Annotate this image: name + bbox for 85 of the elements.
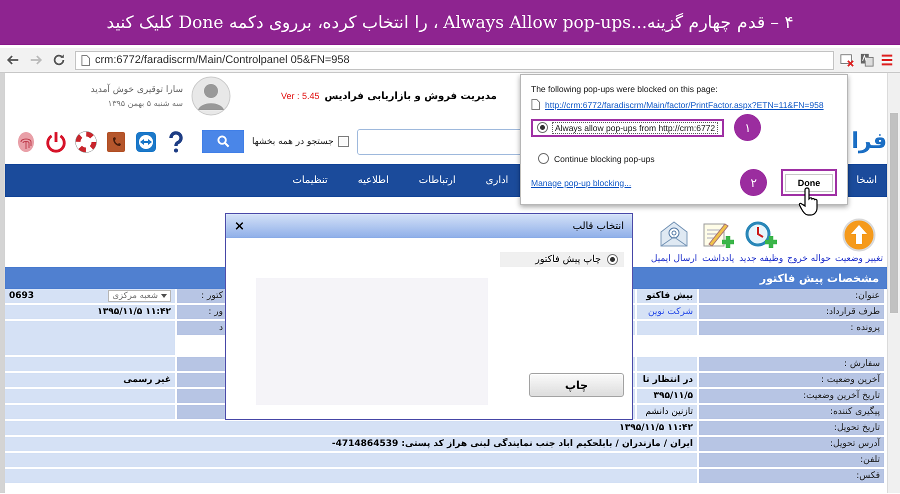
field-label: کتور :	[177, 289, 227, 303]
field-label: ور :	[177, 305, 227, 319]
menu-icon[interactable]	[880, 53, 894, 67]
dialog-title: انتخاب قالب	[572, 220, 624, 232]
instruction-title: ۴ – قدم چهارم گزینه...Always Allow pop-ups ، را انتخاب کرده، برروی دکمه Done کلیک کنید	[106, 12, 794, 33]
date-text: سه شنبه ۵ بهمن ۱۳۹۵	[108, 98, 183, 108]
popup-blocked-icon[interactable]	[840, 53, 854, 67]
field-label: تاریخ آخرین وضعیت:	[699, 389, 884, 403]
avatar-icon	[191, 76, 231, 116]
search-all-checkbox[interactable]	[338, 136, 349, 147]
step-badge: ۱	[734, 114, 762, 141]
welcome-text: سارا توقیری خوش آمدید	[90, 84, 183, 94]
table-cell	[637, 357, 697, 371]
field-label: پیگیری کننده:	[699, 405, 884, 419]
address-field[interactable]: crm:6772/faradiscrm/Main/Controlpanel 05&FN=958	[75, 50, 834, 70]
close-button[interactable]: ×	[234, 218, 245, 234]
field-label	[177, 373, 227, 387]
search-icon	[216, 135, 230, 148]
toolbar-link[interactable]: تغییر وضعیت	[835, 254, 883, 264]
translate-icon[interactable]	[860, 53, 874, 67]
option-label[interactable]: Always allow pop-ups from http://crm:6772	[552, 122, 718, 134]
field-label: آخرین وضعیت :	[699, 373, 884, 387]
search-all-label: جستجو در همه بخشها	[252, 136, 334, 146]
cell-text: ۱۱:۴۲ ۱۳۹۵/۱۱/۵	[97, 307, 171, 317]
field-label: پرونده :	[699, 321, 884, 335]
popup-heading: The following pop-ups were blocked on this page:	[531, 84, 719, 94]
table-cell: در انتظار تا	[637, 373, 697, 387]
popup-link[interactable]: http://crm:6772/faradiscrm/Main/factor/PrintFactor.aspx?ETN=11&FN=958	[545, 100, 824, 110]
field-label: فکس:	[699, 469, 884, 483]
scrollbar[interactable]	[887, 73, 900, 493]
version-text: Ver : 5.45	[281, 91, 320, 101]
menu-item[interactable]: اداری	[486, 175, 508, 186]
table-cell: تازنین دانشم	[637, 405, 697, 419]
toolbar-link[interactable]: حواله خروج	[787, 254, 831, 264]
cell-text: 0693	[9, 291, 34, 301]
back-icon[interactable]	[6, 53, 20, 67]
page-icon	[531, 99, 540, 110]
radio-button[interactable]	[537, 122, 548, 133]
lifebuoy-icon[interactable]	[75, 130, 97, 152]
section-title: مشخصات پیش فاکتور	[760, 272, 879, 284]
option-label[interactable]: Continue blocking pop-ups	[554, 154, 655, 164]
step-badge: ۲	[740, 169, 767, 196]
field-label: آدرس تحویل:	[699, 437, 884, 451]
menu-item[interactable]: اشخا	[856, 175, 877, 186]
fingerprint-icon[interactable]	[15, 130, 37, 152]
reload-icon[interactable]	[52, 53, 66, 67]
radio-button[interactable]	[607, 254, 618, 265]
table-cell: بیش فاکتو	[637, 289, 697, 303]
table-cell: ۳۹۵/۱۱/۵	[637, 389, 697, 403]
branch-dropdown[interactable]: شعبه مرکزی	[108, 290, 171, 302]
option-label[interactable]: چاپ پیش فاکتور	[535, 254, 601, 265]
template-option[interactable]: چاپ پیش فاکتور	[500, 252, 624, 267]
done-button[interactable]: Done	[785, 174, 833, 192]
field-label	[177, 357, 227, 371]
field-label	[177, 389, 227, 403]
field-label: طرف قرارداد:	[699, 305, 884, 319]
app-title: مدیریت فروش و بازاریابی فرادیس	[324, 90, 497, 102]
toolbar-link[interactable]: ارسال ایمیل	[650, 254, 698, 264]
field-label: د	[177, 321, 227, 335]
table-cell: ایران / مازندران / بابلحکیم اباد جنب نمایندگی لبنی هراز کد پستی: 4714864539-	[5, 437, 697, 451]
dropdown-caret-icon	[161, 294, 167, 298]
manage-link[interactable]: Manage pop-up blocking...	[531, 178, 632, 188]
scrollbar-thumb[interactable]	[890, 113, 898, 313]
toolbar-link[interactable]: یادداشت	[702, 254, 734, 264]
logo-text: فرا	[850, 129, 887, 154]
table-cell	[637, 321, 697, 335]
field-label: عنوان:	[699, 289, 884, 303]
menu-item[interactable]: ارتباطات	[418, 175, 456, 186]
field-label	[177, 405, 227, 419]
phone-book-icon[interactable]	[105, 130, 127, 152]
menu-item[interactable]: تنظیمات	[292, 175, 328, 186]
remote-support-icon[interactable]	[135, 130, 157, 152]
cell-text: غیر رسمی	[123, 375, 171, 385]
power-icon[interactable]	[45, 130, 67, 152]
field-label: تاریخ تحویل:	[699, 421, 884, 435]
menu-item[interactable]: اطلاعیه	[358, 175, 389, 186]
field-label: سفارش :	[699, 357, 884, 371]
field-label: تلفن:	[699, 453, 884, 467]
table-cell[interactable]: شرکت نوین	[637, 305, 697, 319]
table-cell: ۱۱:۴۲ ۱۳۹۵/۱۱/۵	[5, 421, 697, 435]
radio-button[interactable]	[538, 153, 549, 164]
page-icon	[81, 54, 90, 66]
print-button[interactable]: چاپ	[529, 373, 624, 397]
toolbar-link[interactable]: وظیفه جدید	[739, 254, 784, 264]
search-button[interactable]	[202, 130, 244, 153]
